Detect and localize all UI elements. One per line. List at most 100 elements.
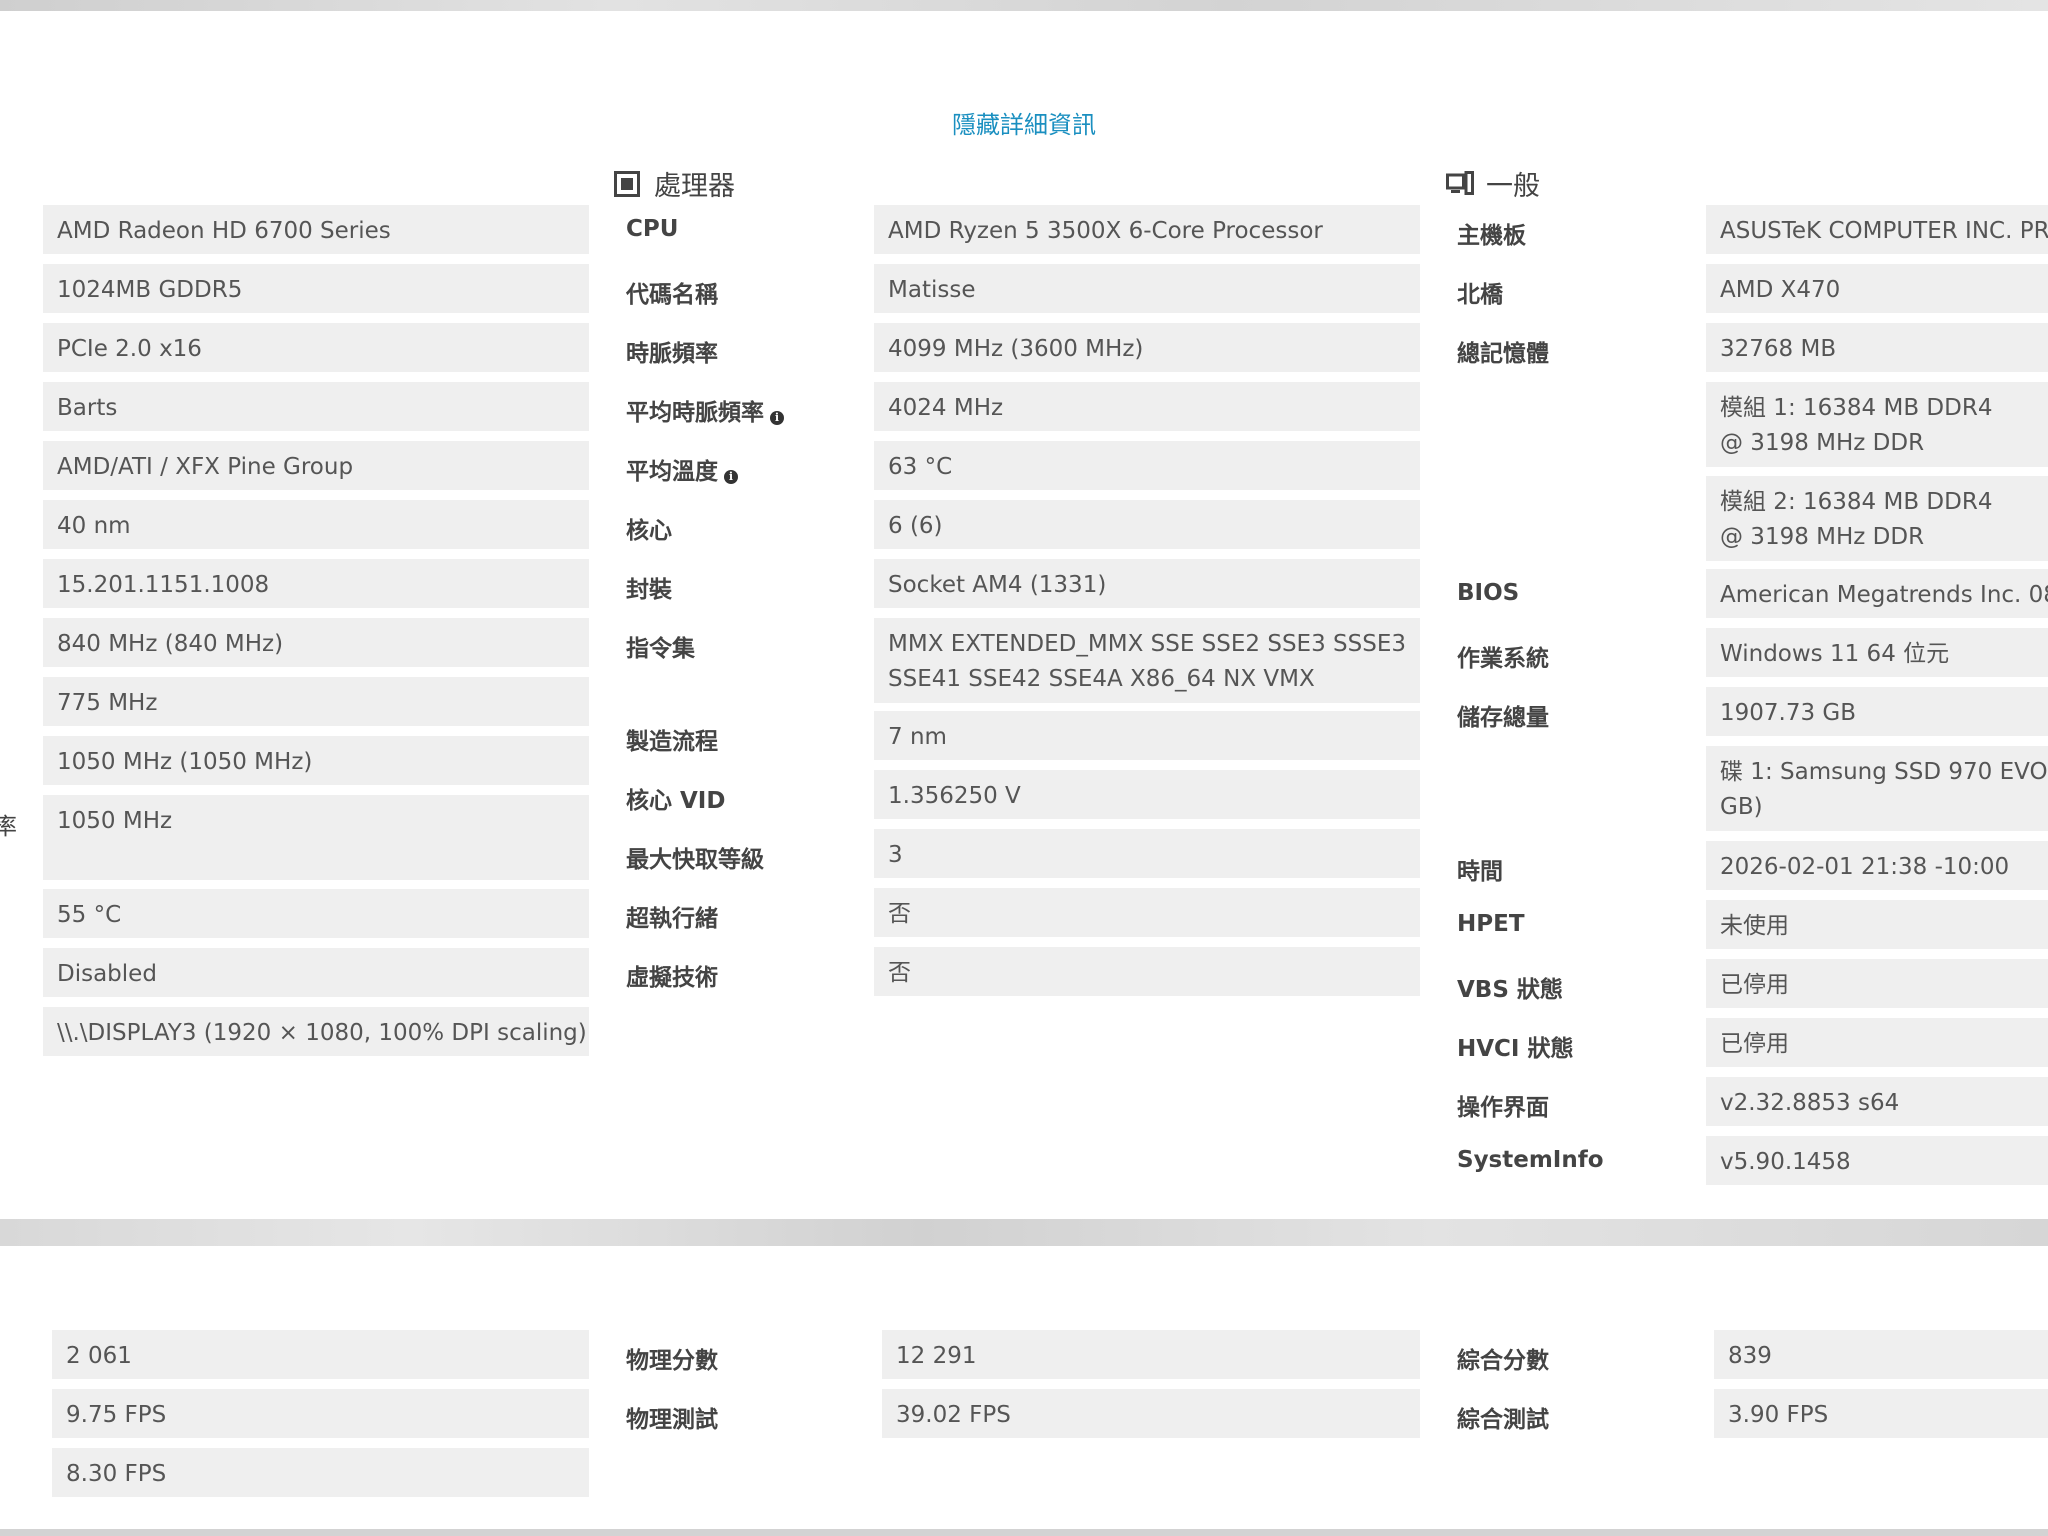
module-1-line1: 模組 1: 16384 MB DDR4 — [1720, 395, 1993, 421]
general-label-motherboard: 主機板 — [1457, 223, 1526, 249]
cpu-value-avg-clock: 4024 MHz — [874, 382, 1420, 431]
info-icon[interactable]: i — [724, 470, 738, 484]
physics-score-label: 物理分數 — [626, 1348, 718, 1374]
general-value-module-2: 模組 2: 16384 MB DDR4 @ 3198 MHz DDR — [1706, 476, 2048, 561]
general-label-hvci: HVCI 狀態 — [1457, 1036, 1574, 1062]
general-label-northbridge: 北橋 — [1457, 282, 1503, 308]
general-title-text: 一般 — [1486, 171, 1540, 202]
cpu-label-clock: 時脈頻率 — [626, 341, 718, 367]
score-left-value: 9.75 FPS — [52, 1389, 589, 1438]
info-icon[interactable]: i — [770, 411, 784, 425]
general-value-memory: 32768 MB — [1706, 323, 2048, 372]
general-value-vbs: 已停用 — [1706, 959, 2048, 1008]
module-1-line2: @ 3198 MHz DDR — [1720, 430, 1925, 456]
gpu-value-bus: PCIe 2.0 x16 — [43, 323, 589, 372]
combined-test-label: 綜合測試 — [1457, 1407, 1549, 1433]
general-value-bios: American Megatrends Inc. 08/ — [1706, 569, 2048, 618]
general-label-hpet: HPET — [1457, 911, 1525, 937]
general-value-hvci: 已停用 — [1706, 1018, 2048, 1067]
gpu-value-temperature: 55 °C — [43, 889, 589, 938]
cpu-instructions-line2: SSE41 SSE42 SSE4A X86_64 NX VMX — [888, 666, 1315, 692]
cpu-value-cache: 3 — [874, 829, 1420, 878]
general-value-northbridge: AMD X470 — [1706, 264, 2048, 313]
cpu-value-clock: 4099 MHz (3600 MHz) — [874, 323, 1420, 372]
disk-1-line2: GB) — [1720, 794, 1763, 820]
gpu-value-driver: 15.201.1151.1008 — [43, 559, 589, 608]
cpu-section-title: 處理器 — [614, 164, 735, 203]
physics-test-label: 物理測試 — [626, 1407, 718, 1433]
cpu-value-cpu: AMD Ryzen 5 3500X 6-Core Processor — [874, 205, 1420, 254]
general-label-memory: 總記憶體 — [1457, 341, 1549, 367]
cpu-label-package: 封裝 — [626, 577, 672, 603]
physics-score-value: 12 291 — [882, 1330, 1420, 1379]
cpu-value-virtualization: 否 — [874, 947, 1420, 996]
gpu-value-core-clock: 840 MHz (840 MHz) — [43, 618, 589, 667]
general-label-os: 作業系統 — [1457, 646, 1549, 672]
gpu-value-memory: 1024MB GDDR5 — [43, 264, 589, 313]
combined-test-value: 3.90 FPS — [1714, 1389, 2048, 1438]
general-value-os: Windows 11 64 位元 — [1706, 628, 2048, 677]
gpu-value-process: 40 nm — [43, 500, 589, 549]
gpu-partial-label: 率 — [0, 814, 17, 840]
cpu-value-package: Socket AM4 (1331) — [874, 559, 1420, 608]
module-2-line2: @ 3198 MHz DDR — [1720, 524, 1925, 550]
top-border — [0, 0, 2048, 11]
gpu-value-boost-clock: 1050 MHz (1050 MHz) — [43, 736, 589, 785]
module-2-line1: 模組 2: 16384 MB DDR4 — [1720, 489, 1993, 515]
cpu-value-hyperthreading: 否 — [874, 888, 1420, 937]
cpu-label-codename: 代碼名稱 — [626, 282, 718, 308]
cpu-value-codename: Matisse — [874, 264, 1420, 313]
gpu-value-crossfire: Disabled — [43, 948, 589, 997]
general-value-systeminfo: v5.90.1458 — [1706, 1136, 2048, 1185]
cpu-label-vid: 核心 VID — [626, 788, 726, 814]
cpu-label-instructions: 指令集 — [626, 636, 695, 662]
general-label-vbs: VBS 狀態 — [1457, 977, 1563, 1003]
gpu-value-vendor: AMD/ATI / XFX Pine Group — [43, 441, 589, 490]
score-left-value: 8.30 FPS — [52, 1448, 589, 1497]
cpu-chip-icon — [614, 170, 640, 197]
gpu-value-avg-clock: 1050 MHz — [43, 795, 589, 880]
cpu-label-cache: 最大快取等級 — [626, 847, 764, 873]
general-label-systeminfo: SystemInfo — [1457, 1147, 1604, 1173]
general-label-bios: BIOS — [1457, 580, 1520, 606]
cpu-label-avg-clock: 平均時脈頻率 i — [626, 393, 784, 427]
disk-1-line1: 碟 1: Samsung SSD 970 EVO Pl — [1720, 759, 2048, 785]
general-value-disk-1: 碟 1: Samsung SSD 970 EVO Pl GB) — [1706, 746, 2048, 831]
cpu-label-virtualization: 虛擬技術 — [626, 965, 718, 991]
general-value-ui: v2.32.8853 s64 — [1706, 1077, 2048, 1126]
cpu-value-process: 7 nm — [874, 711, 1420, 760]
cpu-label-avg-temp-text: 平均溫度 — [626, 459, 718, 485]
cpu-label-cpu: CPU — [626, 216, 679, 242]
gpu-value-display: \\.\DISPLAY3 (1920 × 1080, 100% DPI scal… — [43, 1007, 589, 1056]
cpu-label-hyperthreading: 超執行緒 — [626, 906, 718, 932]
combined-score-label: 綜合分數 — [1457, 1348, 1549, 1374]
general-label-storage: 儲存總量 — [1457, 705, 1549, 731]
hide-details-link[interactable]: 隱藏詳細資訊 — [0, 105, 2048, 140]
cpu-instructions-line1: MMX EXTENDED_MMX SSE SSE2 SSE3 SSSE3 — [888, 631, 1406, 657]
cpu-value-cores: 6 (6) — [874, 500, 1420, 549]
general-label-time: 時間 — [1457, 859, 1503, 885]
general-value-hpet: 未使用 — [1706, 900, 2048, 949]
cpu-label-avg-clock-text: 平均時脈頻率 — [626, 400, 764, 426]
cpu-value-vid: 1.356250 V — [874, 770, 1420, 819]
gpu-value-codename: Barts — [43, 382, 589, 431]
general-value-time: 2026-02-01 21:38 -10:00 — [1706, 841, 2048, 890]
combined-score-value: 839 — [1714, 1330, 2048, 1379]
gpu-value-memory-clock: 775 MHz — [43, 677, 589, 726]
cpu-label-avg-temp: 平均溫度 i — [626, 452, 738, 486]
general-section-title: 一般 — [1446, 164, 1540, 203]
cpu-value-instructions: MMX EXTENDED_MMX SSE SSE2 SSE3 SSSE3 SSE… — [874, 618, 1420, 703]
physics-test-value: 39.02 FPS — [882, 1389, 1420, 1438]
cpu-value-avg-temp: 63 °C — [874, 441, 1420, 490]
cpu-label-cores: 核心 — [626, 518, 672, 544]
computer-icon — [1446, 170, 1474, 197]
gpu-value-name: AMD Radeon HD 6700 Series — [43, 205, 589, 254]
general-label-ui: 操作界面 — [1457, 1095, 1549, 1121]
cpu-title-text: 處理器 — [654, 171, 735, 202]
score-left-value: 2 061 — [52, 1330, 589, 1379]
section-divider — [0, 1219, 2048, 1246]
general-value-storage: 1907.73 GB — [1706, 687, 2048, 736]
general-value-motherboard: ASUSTeK COMPUTER INC. PRIM — [1706, 205, 2048, 254]
bottom-border — [0, 1529, 2048, 1536]
cpu-label-process: 製造流程 — [626, 729, 718, 755]
